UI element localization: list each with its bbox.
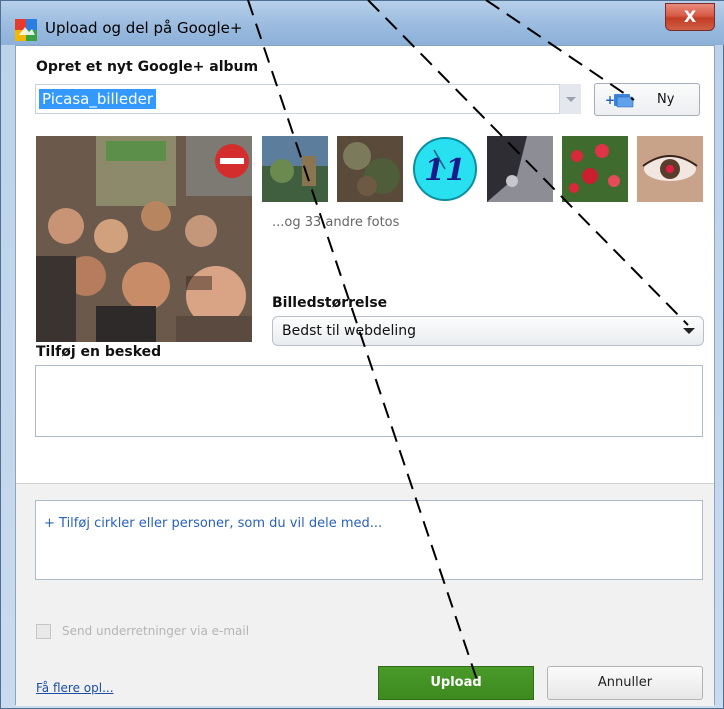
add-album-icon: + [605,93,634,108]
more-options-link[interactable]: Få flere opl... [36,681,114,695]
album-dropdown-button[interactable] [559,84,581,114]
album-name-value: Picasa_billeder [39,89,156,109]
main-photo-preview[interactable] [36,136,252,342]
chevron-down-icon [566,97,576,102]
share-with-field[interactable]: + Tilføj cirkler eller personer, som du … [35,500,703,580]
photo-thumbnail[interactable] [337,136,403,202]
more-photos-text: ...og 33 andre fotos [272,215,400,230]
photo-thumbnail[interactable] [562,136,628,202]
email-notification-label: Send underretninger via e-mail [62,624,250,638]
image-size-select[interactable]: Bedst til webdeling [272,316,704,346]
message-label: Tilføj en besked [36,344,162,360]
svg-text:11: 11 [424,153,466,188]
photo-thumbnail[interactable] [487,136,553,202]
album-heading: Opret et nyt Google+ album [36,59,259,75]
close-button[interactable]: X [665,3,715,31]
photo-thumbnail[interactable] [637,136,703,202]
new-album-button[interactable]: + Ny [594,83,700,116]
photo-thumbnail[interactable] [262,136,328,202]
cancel-button[interactable]: Annuller [547,666,703,700]
dialog-content: Opret et nyt Google+ album Picasa_billed… [15,45,715,706]
album-name-field[interactable]: Picasa_billeder [35,84,581,114]
photo-thumbnail[interactable]: 11 [412,136,478,202]
image-size-label: Billedstørrelse [272,295,388,311]
email-notification-checkbox[interactable] [36,624,51,639]
chevron-down-icon [683,328,695,334]
message-textarea[interactable] [35,365,703,437]
new-album-label: Ny [657,92,675,107]
window-title: Upload og del på Google+ [45,19,243,37]
title-bar[interactable]: Upload og del på Google+ X [1,1,724,45]
image-size-value: Bedst til webdeling [282,323,417,339]
upload-button[interactable]: Upload [378,666,534,700]
svg-text:+: + [605,93,615,107]
dialog-window: Upload og del på Google+ X Opret et nyt … [0,0,724,709]
share-placeholder: + Tilføj cirkler eller personer, som du … [44,516,383,531]
picasa-app-icon [15,19,37,41]
